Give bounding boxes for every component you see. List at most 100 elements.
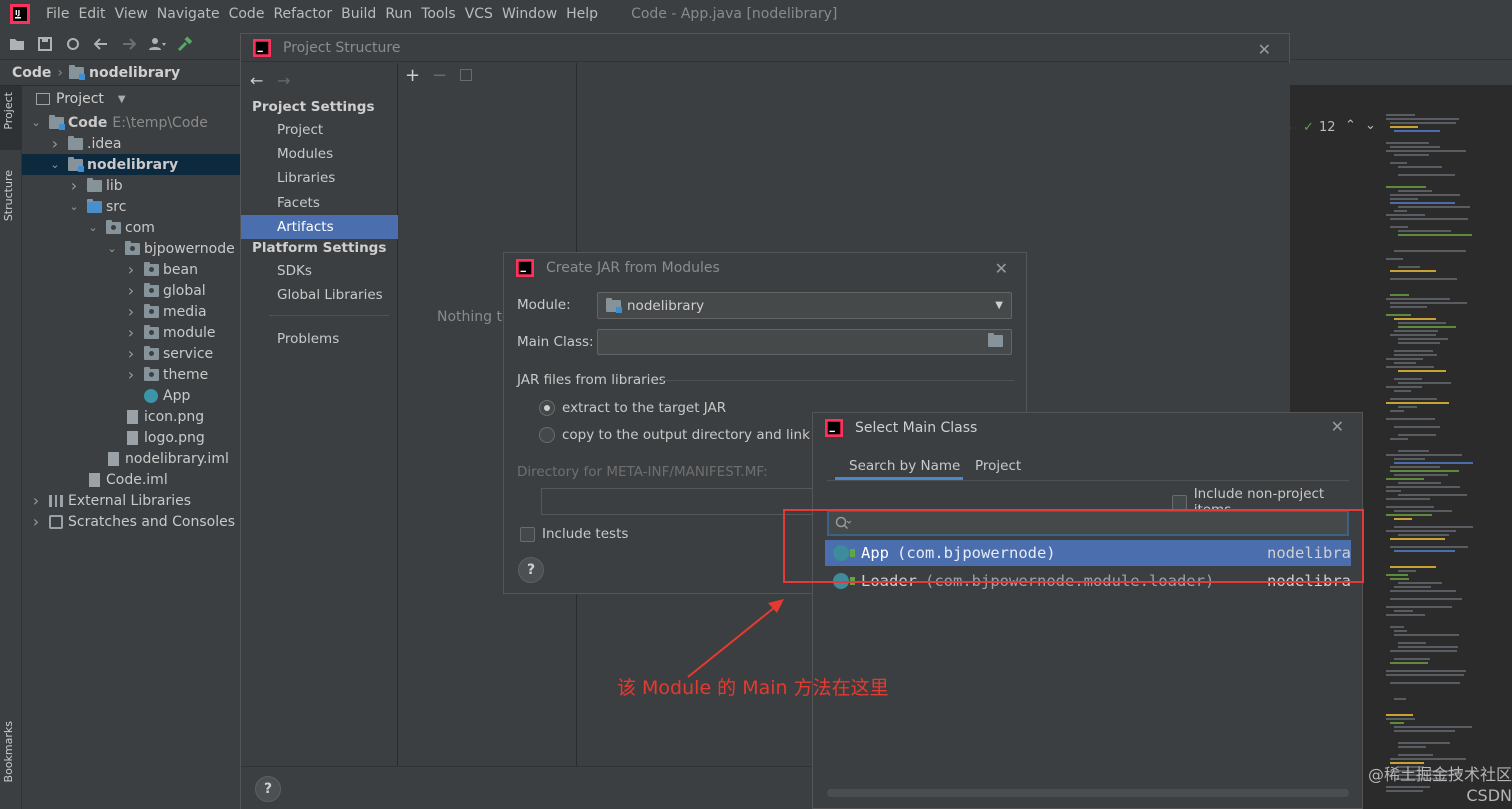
next-highlight-icon[interactable]: ⌄	[1365, 118, 1376, 133]
chevron-down-icon[interactable]: ⌄	[30, 116, 42, 129]
close-icon[interactable]: ✕	[1331, 417, 1344, 436]
menu-edit[interactable]: Edit	[78, 6, 105, 22]
menu-navigate[interactable]: Navigate	[157, 6, 220, 22]
tree-item-code-iml[interactable]: Code.iml	[22, 469, 240, 490]
tree-item-service[interactable]: › service	[22, 343, 240, 364]
add-artifact-icon[interactable]: +	[405, 65, 420, 86]
nav-item-sdks[interactable]: SDKs	[241, 259, 398, 283]
chevron-down-icon[interactable]: ⌄	[49, 158, 61, 171]
chevron-right-icon[interactable]: ›	[49, 134, 61, 153]
forward-icon[interactable]	[118, 33, 140, 55]
minimap-line	[1390, 470, 1459, 472]
chevron-right-icon[interactable]: ›	[30, 491, 42, 510]
close-icon[interactable]: ✕	[995, 259, 1008, 278]
nav-forward-icon[interactable]: →	[277, 71, 290, 90]
user-icon[interactable]	[146, 33, 168, 55]
tree-item-code[interactable]: ⌄ Code E:\temp\Code	[22, 112, 240, 133]
chevron-down-icon[interactable]: ▼	[118, 94, 126, 105]
tree-item-global[interactable]: › global	[22, 280, 240, 301]
build-hammer-icon[interactable]	[174, 33, 196, 55]
module-folder-icon	[48, 114, 65, 130]
chevron-right-icon[interactable]: ›	[125, 323, 137, 342]
chevron-down-icon[interactable]: ⌄	[87, 221, 99, 234]
menu-tools[interactable]: Tools	[421, 6, 456, 22]
tree-item-logo-png[interactable]: logo.png	[22, 427, 240, 448]
tool-tab-structure[interactable]: Structure	[2, 170, 15, 221]
main-class-field[interactable]	[597, 329, 1012, 355]
tree-item-external-libraries[interactable]: › External Libraries	[22, 490, 240, 511]
chevron-right-icon[interactable]: ›	[125, 260, 137, 279]
tool-tab-project[interactable]: Project	[2, 92, 15, 130]
tree-item-bean[interactable]: › bean	[22, 259, 240, 280]
sync-icon[interactable]	[62, 33, 84, 55]
tree-item-theme[interactable]: › theme	[22, 364, 240, 385]
chevron-down-icon[interactable]: ⌄	[68, 200, 80, 213]
nav-item-problems[interactable]: Problems	[241, 327, 398, 351]
menu-build[interactable]: Build	[341, 6, 376, 22]
project-panel-header[interactable]: Project ▼	[22, 86, 240, 112]
menu-vcs[interactable]: VCS	[465, 6, 493, 22]
tree-item-media[interactable]: › media	[22, 301, 240, 322]
chevron-right-icon[interactable]: ›	[125, 365, 137, 384]
menu-window[interactable]: Window	[502, 6, 557, 22]
menu-file[interactable]: File	[46, 6, 69, 22]
previous-highlight-icon[interactable]: ⌃	[1345, 118, 1356, 133]
tree-item-nodelibrary[interactable]: ⌄ nodelibrary	[22, 154, 240, 175]
chevron-down-icon[interactable]: ⌄	[106, 242, 118, 255]
remove-artifact-icon[interactable]: −	[432, 65, 447, 86]
tab-project[interactable]: Project	[975, 458, 1021, 474]
save-icon[interactable]	[34, 33, 56, 55]
tree-item-nodelibrary-iml[interactable]: nodelibrary.iml	[22, 448, 240, 469]
menu-run[interactable]: Run	[385, 6, 412, 22]
menu-help[interactable]: Help	[566, 6, 598, 22]
tree-item-app[interactable]: App	[22, 385, 240, 406]
module-combobox[interactable]: nodelibrary ▼	[597, 292, 1012, 319]
close-icon[interactable]: ✕	[1258, 40, 1271, 59]
nav-item-global-libraries[interactable]: Global Libraries	[241, 283, 398, 307]
tree-item-lib[interactable]: › lib	[22, 175, 240, 196]
back-icon[interactable]	[90, 33, 112, 55]
include-tests-checkbox[interactable]: Include tests	[520, 526, 628, 542]
nav-item-modules[interactable]: Modules	[241, 142, 398, 166]
tree-item-idea[interactable]: › .idea	[22, 133, 240, 154]
radio-extract[interactable]: extract to the target JAR	[539, 400, 726, 416]
nav-back-icon[interactable]: ←	[250, 71, 263, 90]
radio-extract-indicator[interactable]	[539, 400, 555, 416]
include-non-project-box[interactable]	[1172, 494, 1187, 510]
tree-item-scratches-and-consoles[interactable]: › Scratches and Consoles	[22, 511, 240, 532]
minimap-line	[1398, 494, 1467, 496]
tree-item-bjpowernode[interactable]: ⌄ bjpowernode	[22, 238, 240, 259]
chevron-right-icon[interactable]: ›	[125, 302, 137, 321]
minimap-line	[1394, 658, 1430, 660]
nav-item-facets[interactable]: Facets	[241, 191, 398, 215]
horizontal-scrollbar[interactable]	[827, 789, 1349, 797]
chevron-right-icon[interactable]: ›	[125, 281, 137, 300]
radio-copy[interactable]: copy to the output directory and link vi…	[539, 427, 834, 443]
breadcrumb-root[interactable]: Code	[12, 65, 51, 81]
menu-refactor[interactable]: Refactor	[273, 6, 332, 22]
nav-item-project[interactable]: Project	[241, 118, 398, 142]
nav-item-libraries[interactable]: Libraries	[241, 166, 398, 190]
chevron-right-icon[interactable]: ›	[68, 176, 80, 195]
nav-item-artifacts[interactable]: Artifacts	[241, 215, 398, 239]
menu-view[interactable]: View	[115, 6, 148, 22]
menu-code[interactable]: Code	[229, 6, 265, 22]
tab-search-by-name[interactable]: Search by Name	[849, 458, 960, 474]
copy-artifact-icon[interactable]	[460, 69, 472, 81]
chevron-right-icon[interactable]: ›	[30, 512, 42, 531]
tree-item-src[interactable]: ⌄ src	[22, 196, 240, 217]
breadcrumb-child[interactable]: nodelibrary	[89, 65, 180, 81]
include-tests-box[interactable]	[520, 526, 535, 542]
chevron-right-icon[interactable]: ›	[125, 344, 137, 363]
minimap-line	[1390, 566, 1436, 568]
radio-copy-indicator[interactable]	[539, 427, 555, 443]
help-button[interactable]: ?	[255, 776, 281, 802]
tree-item-module[interactable]: › module	[22, 322, 240, 343]
tool-tab-bookmarks[interactable]: Bookmarks	[2, 721, 15, 782]
open-folder-icon[interactable]	[6, 33, 28, 55]
browse-folder-icon[interactable]	[988, 333, 1003, 347]
tree-item-com[interactable]: ⌄ com	[22, 217, 240, 238]
help-button[interactable]: ?	[518, 557, 544, 583]
minimap-line	[1394, 698, 1406, 700]
tree-item-icon-png[interactable]: icon.png	[22, 406, 240, 427]
